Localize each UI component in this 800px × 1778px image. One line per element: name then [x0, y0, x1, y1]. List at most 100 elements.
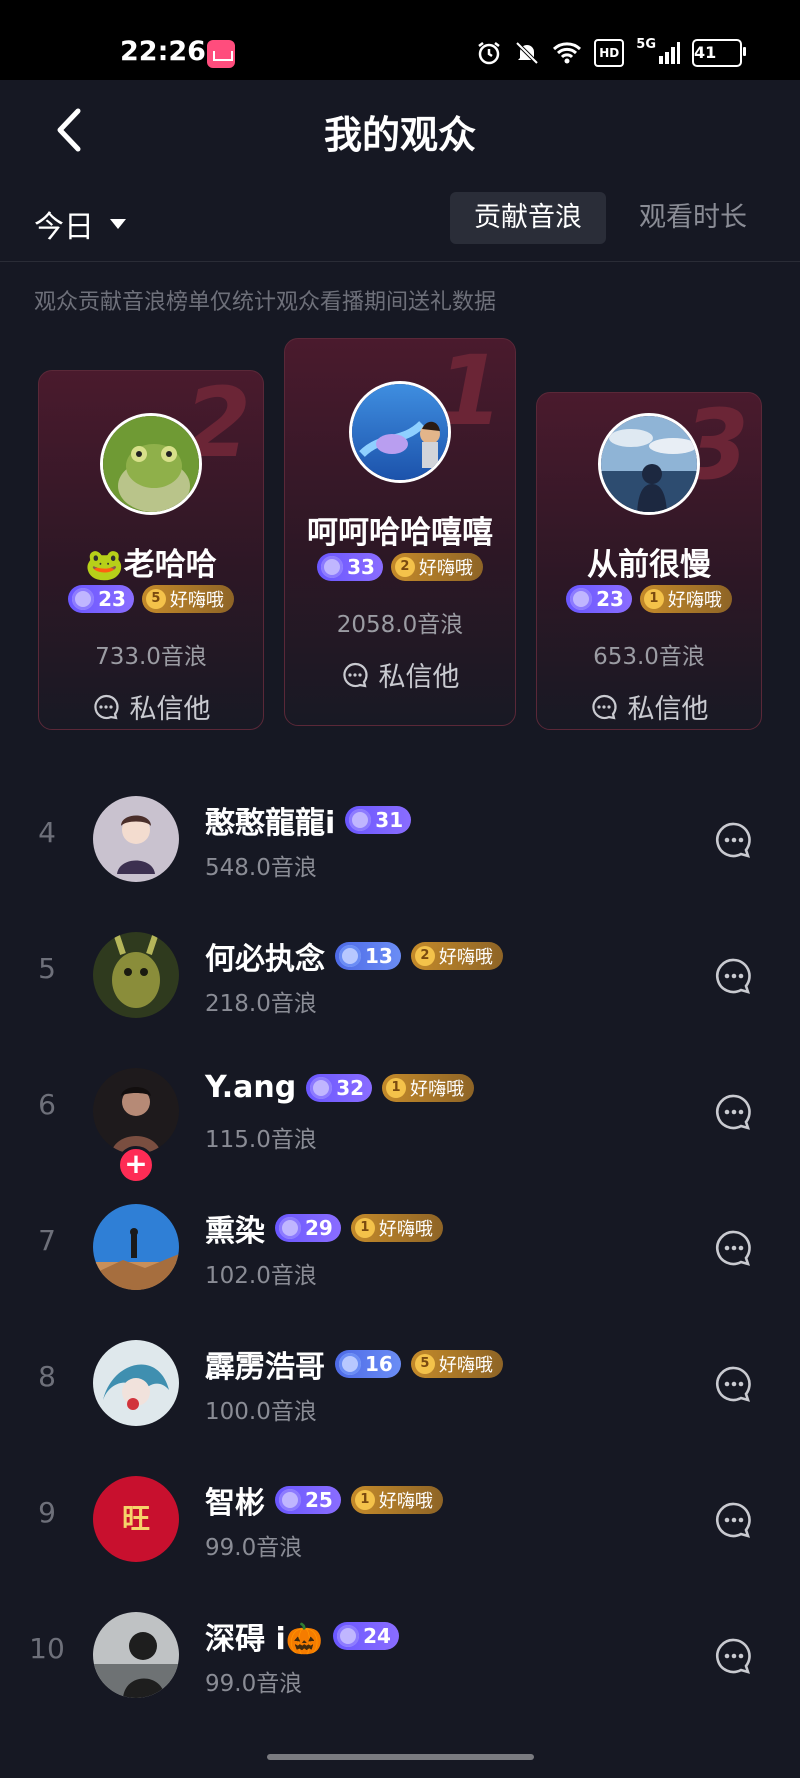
list-item-rank-6[interactable]: 6 + Y.ang 32 1 好嗨哦 115.0音浪 [0, 1052, 800, 1184]
contribution-amount: 99.0音浪 [205, 1535, 303, 1561]
viewer-name: 熏染 [205, 1214, 265, 1249]
list-item-rank-9[interactable]: 9 旺 智彬 25 1 好嗨哦 99.0音浪 [0, 1460, 800, 1580]
list-item-rank-7[interactable]: 7 熏染 29 1 好嗨哦 102.0音浪 [0, 1188, 800, 1308]
podium-card-rank-2[interactable]: 2 🐸老哈哈 23 5 好嗨哦 733.0音浪 私信他 [38, 370, 264, 730]
fan-club-label: 好嗨哦 [418, 558, 473, 579]
wifi-icon [552, 39, 582, 67]
message-button[interactable]: 私信他 [537, 687, 761, 726]
name-line: 深碍 i🎃 24 [205, 1614, 399, 1658]
fan-club-badge: 1 好嗨哦 [639, 585, 732, 613]
viewer-name: 何必执念 [205, 942, 325, 977]
tab-contribution[interactable]: 贡献音浪 [450, 192, 606, 244]
level-value: 16 [365, 1352, 393, 1376]
contribution-amount: 100.0音浪 [205, 1399, 317, 1425]
fan-level: 2 [394, 557, 415, 577]
gem-icon [279, 1489, 301, 1511]
avatar[interactable]: 旺 [93, 1476, 179, 1562]
gem-icon [321, 556, 344, 578]
podium-card-rank-3[interactable]: 3 从前很慢 23 1 好嗨哦 653.0音浪 私信他 [536, 392, 762, 730]
fan-level: 5 [145, 589, 166, 609]
rank-number: 10 [29, 1632, 65, 1665]
avatar[interactable] [349, 381, 451, 483]
level-badge: 24 [333, 1622, 399, 1650]
fan-level: 1 [354, 1490, 375, 1510]
badge-row: 23 1 好嗨哦 [537, 585, 761, 613]
message-label: 私信他 [129, 694, 211, 725]
message-button[interactable] [714, 820, 754, 860]
list-item-rank-5[interactable]: 5 何必执念 13 2 好嗨哦 218.0音浪 [0, 916, 800, 1036]
level-value: 23 [98, 587, 126, 611]
gem-icon [310, 1076, 333, 1099]
avatar[interactable] [93, 1340, 179, 1426]
level-badge: 13 [335, 942, 401, 970]
level-value: 33 [347, 555, 375, 579]
fan-club-badge: 1 好嗨哦 [350, 1214, 443, 1242]
fan-level: 2 [414, 946, 435, 966]
level-badge: 25 [275, 1486, 341, 1514]
badge-row: 23 5 好嗨哦 [39, 585, 263, 613]
follow-plus-button[interactable]: + [117, 1146, 155, 1184]
level-value: 24 [363, 1624, 391, 1648]
name-line: 熏染 29 1 好嗨哦 [205, 1206, 443, 1250]
avatar-text: 旺 [121, 1502, 150, 1535]
chat-bubble-icon [715, 1638, 751, 1674]
avatar[interactable] [100, 413, 202, 515]
signal-icon: 5G [636, 38, 680, 67]
hd-badge: HD [594, 39, 625, 67]
contribution-amount: 102.0音浪 [205, 1263, 317, 1289]
date-filter-label: 今日 [34, 210, 94, 245]
avatar[interactable] [93, 1204, 179, 1290]
status-bar: 22:26 HD 5G 41 [0, 0, 800, 80]
chat-bubble-icon [715, 1366, 751, 1402]
avatar[interactable] [93, 932, 179, 1018]
contribution-amount: 218.0音浪 [205, 991, 317, 1017]
battery-indicator: 41 [692, 39, 746, 67]
tab-watch-time[interactable]: 观看时长 [615, 192, 771, 244]
level-badge: 32 [306, 1073, 373, 1102]
level-badge: 33 [317, 553, 383, 581]
message-button[interactable] [714, 1636, 754, 1676]
list-item-rank-8[interactable]: 8 霹雳浩哥 16 5 好嗨哦 100.0音浪 [0, 1324, 800, 1444]
name-line: Y.ang 32 1 好嗨哦 [205, 1070, 475, 1105]
message-button[interactable]: 私信他 [285, 655, 515, 694]
message-button[interactable] [714, 1500, 754, 1540]
message-button[interactable] [714, 1092, 754, 1132]
gem-icon [349, 809, 372, 831]
viewer-name: 🐸老哈哈 [85, 547, 217, 583]
chat-bubble-icon [715, 958, 751, 994]
podium-card-rank-1[interactable]: 1 呵呵哈哈嘻嘻 33 2 好嗨哦 2058.0音浪 私信他 [284, 338, 516, 726]
name-line: 何必执念 13 2 好嗨哦 [205, 934, 503, 978]
message-button[interactable] [714, 1228, 754, 1268]
message-button[interactable] [714, 1364, 754, 1404]
fan-level: 1 [354, 1218, 375, 1238]
home-indicator[interactable] [267, 1754, 534, 1760]
contribution-amount: 99.0音浪 [205, 1671, 303, 1697]
list-item-rank-10[interactable]: 10 深碍 i🎃 24 99.0音浪 [0, 1596, 800, 1716]
message-button[interactable] [714, 956, 754, 996]
avatar[interactable] [93, 1068, 179, 1154]
level-value: 13 [365, 944, 393, 968]
avatar[interactable] [93, 796, 179, 882]
fan-club-badge: 2 好嗨哦 [410, 942, 503, 970]
list-item-rank-4[interactable]: 4 憨憨龍龍i 31 548.0音浪 [0, 780, 800, 900]
avatar[interactable] [93, 1612, 179, 1698]
rank-number: 8 [38, 1360, 56, 1393]
fan-club-label: 好嗨哦 [378, 1219, 433, 1240]
gem-icon [339, 1353, 361, 1375]
name-line: 霹雳浩哥 16 5 好嗨哦 [205, 1342, 503, 1386]
app-notification-icon [207, 40, 235, 68]
chat-bubble-icon [342, 662, 368, 687]
avatar[interactable] [598, 413, 700, 515]
message-button[interactable]: 私信他 [39, 687, 263, 726]
level-value: 29 [305, 1216, 333, 1240]
message-label: 私信他 [378, 662, 460, 693]
level-badge: 16 [335, 1350, 401, 1378]
gem-icon [279, 1217, 301, 1239]
date-filter-dropdown[interactable]: 今日 [34, 202, 126, 246]
divider [0, 261, 800, 262]
contribution-amount: 548.0音浪 [205, 855, 317, 881]
fan-club-badge: 2 好嗨哦 [390, 553, 483, 581]
rank-number: 5 [38, 952, 56, 985]
contribution-amount: 733.0音浪 [95, 644, 207, 670]
rank-number: 7 [38, 1224, 56, 1257]
